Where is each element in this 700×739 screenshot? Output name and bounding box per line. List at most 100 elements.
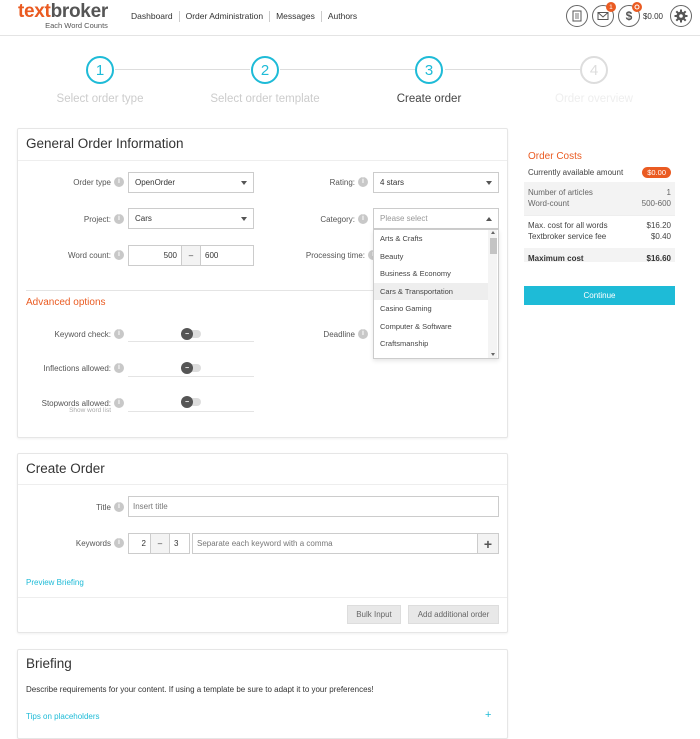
step-label: Select order template	[210, 93, 320, 105]
keywords-max[interactable]: 3	[169, 533, 190, 554]
title-input[interactable]: Insert title	[128, 496, 499, 517]
document-icon[interactable]	[565, 5, 588, 27]
divider	[128, 341, 254, 342]
nav-dashboard[interactable]: Dashboard	[125, 11, 179, 22]
messages-icon[interactable]: 1	[591, 2, 616, 27]
category-select[interactable]: Please select	[373, 208, 499, 229]
logo-text-part2: broker	[50, 1, 109, 22]
scroll-down-icon[interactable]	[491, 353, 495, 356]
available-badge: $0.00	[642, 167, 671, 178]
chevron-down-icon	[241, 217, 247, 221]
word-count-max[interactable]: 600	[200, 245, 254, 266]
nav-authors[interactable]: Authors	[320, 11, 363, 22]
keywords-min[interactable]: 2	[128, 533, 151, 554]
keywords-label: Keywords i	[30, 537, 124, 549]
dropdown-scroll-thumb[interactable]	[490, 238, 497, 254]
keyword-check-label: Keyword check: i	[30, 328, 124, 340]
category-option[interactable]: Cars & Transportation	[374, 282, 489, 300]
service-fee-row: Textbroker service fee $0.40	[528, 232, 671, 241]
header-icons: 1 $ $0.00	[562, 2, 692, 27]
step-number: 4	[580, 56, 608, 84]
keywords-input[interactable]: Separate each keyword with a comma	[192, 533, 478, 554]
deadline-label: Deadline i	[268, 328, 368, 340]
info-icon: i	[114, 329, 124, 339]
keyword-check-toggle[interactable]: −	[181, 328, 201, 340]
available-amount-row: Currently available amount $0.00	[528, 167, 671, 178]
stopwords-toggle[interactable]: −	[181, 396, 201, 408]
info-icon: i	[114, 398, 124, 408]
dollar-icon[interactable]: $	[617, 2, 642, 27]
order-type-select[interactable]: OpenOrder	[128, 172, 254, 193]
category-option[interactable]: Arts & Crafts	[374, 230, 489, 248]
keywords-separator: –	[150, 533, 170, 554]
processing-time-label: Processing time:i	[268, 249, 378, 261]
step-3: 3 Create order	[354, 56, 504, 105]
category-option[interactable]: Business & Economy	[374, 265, 489, 283]
category-option[interactable]: Beauty	[374, 248, 489, 266]
info-icon: i	[114, 538, 124, 548]
wordcount-row: Word-count 500-600	[528, 199, 671, 208]
divider	[128, 376, 254, 377]
category-option[interactable]: Craftsmanship	[374, 335, 489, 353]
minus-icon: −	[181, 328, 193, 340]
inflections-toggle[interactable]: −	[181, 362, 201, 374]
rating-select[interactable]: 4 stars	[373, 172, 499, 193]
maximum-cost-row: Maximum cost $16.60	[528, 254, 671, 263]
word-count-min[interactable]: 500	[128, 245, 182, 266]
word-count-separator: –	[181, 245, 201, 266]
dollar-badge-icon	[631, 2, 642, 12]
divider	[18, 484, 507, 485]
preview-briefing-link[interactable]: Preview Briefing	[26, 578, 84, 587]
category-option[interactable]: Casino Gaming	[374, 300, 489, 318]
divider	[18, 597, 507, 598]
logo-text-part1: text	[18, 1, 51, 22]
top-bar: textbroker Each Word Counts Dashboard Or…	[0, 0, 700, 36]
tips-on-placeholders-link[interactable]: Tips on placeholders	[26, 712, 100, 721]
expand-plus-icon[interactable]: +	[485, 709, 491, 721]
continue-button[interactable]: Continue	[524, 286, 675, 305]
project-label: Project: i	[30, 213, 124, 225]
minus-icon: −	[181, 396, 193, 408]
logo-tagline: Each Word Counts	[45, 21, 108, 30]
chevron-up-icon	[486, 217, 492, 221]
info-icon: i	[358, 214, 368, 224]
scroll-up-icon[interactable]	[491, 231, 495, 234]
step-1[interactable]: 1 Select order type	[25, 56, 175, 105]
general-order-title: General Order Information	[26, 136, 184, 151]
messages-badge: 1	[605, 2, 616, 12]
max-cost-row: Max. cost for all words $16.20	[528, 221, 671, 230]
bulk-input-button[interactable]: Bulk Input	[347, 605, 401, 624]
divider	[18, 160, 507, 161]
add-additional-order-button[interactable]: Add additional order	[408, 605, 499, 624]
step-label: Select order type	[56, 93, 144, 105]
briefing-description: Describe requirements for your content. …	[26, 685, 374, 694]
order-steps: 1 Select order type 2 Select order templ…	[0, 36, 700, 116]
nav-messages[interactable]: Messages	[269, 11, 321, 22]
nav-order-administration[interactable]: Order Administration	[178, 11, 269, 22]
info-icon: i	[114, 363, 124, 373]
articles-row: Number of articles 1	[528, 188, 671, 197]
create-order-title: Create Order	[26, 461, 105, 476]
info-icon: i	[358, 177, 368, 187]
balance-amount: $0.00	[642, 11, 663, 21]
briefing-title: Briefing	[26, 656, 72, 671]
advanced-options-title[interactable]: Advanced options	[26, 297, 106, 308]
order-type-label: Order type i	[30, 176, 124, 188]
title-label: Title i	[30, 501, 124, 513]
info-icon: i	[114, 250, 124, 260]
inflections-label: Inflections allowed: i	[30, 362, 124, 374]
step-label: Order overview	[555, 93, 633, 105]
category-option[interactable]: Computer & Software	[374, 318, 489, 336]
show-word-list-link[interactable]: Show word list	[30, 407, 111, 414]
add-keyword-plus-icon[interactable]: +	[477, 533, 499, 554]
chevron-down-icon	[241, 181, 247, 185]
step-number: 1	[86, 56, 114, 84]
logo[interactable]: textbroker Each Word Counts	[18, 1, 109, 31]
info-icon: i	[114, 214, 124, 224]
category-dropdown-list: Arts & Crafts Beauty Business & Economy …	[373, 229, 499, 359]
step-number: 2	[251, 56, 279, 84]
step-4: 4 Order overview	[519, 56, 669, 105]
settings-gear-icon[interactable]	[670, 5, 692, 27]
step-2[interactable]: 2 Select order template	[190, 56, 340, 105]
project-select[interactable]: Cars	[128, 208, 254, 229]
